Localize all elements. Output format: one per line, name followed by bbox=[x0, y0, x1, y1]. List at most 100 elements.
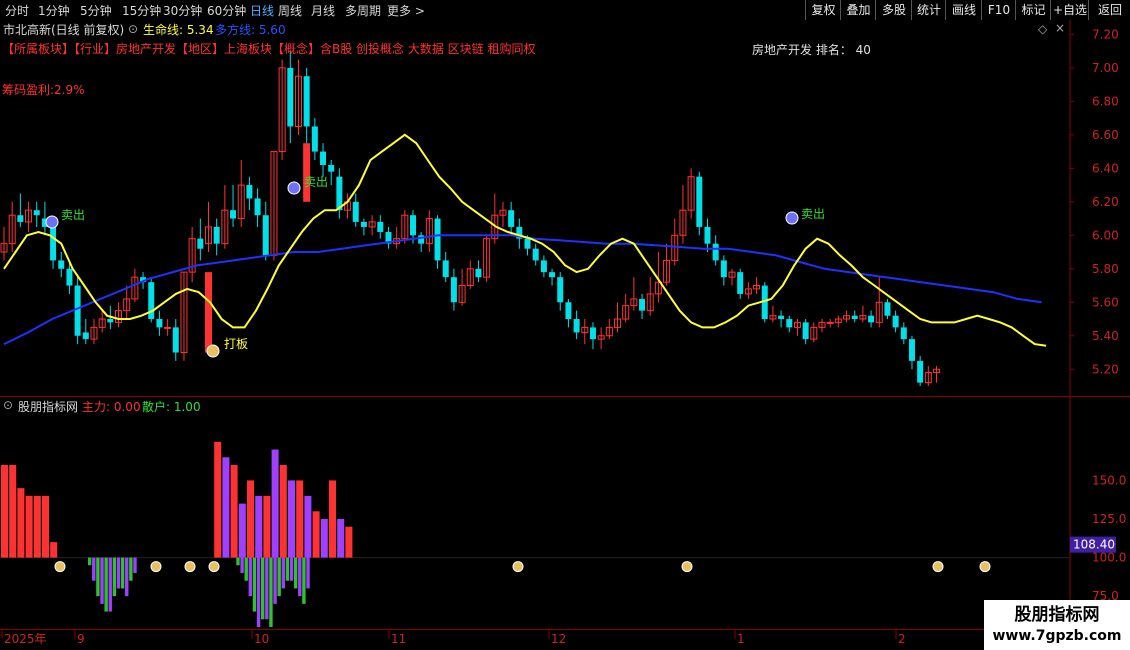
multiline-label: 多方线: 5.60 bbox=[215, 23, 286, 37]
main-force-bar bbox=[279, 465, 287, 558]
money-bag-icon bbox=[979, 561, 991, 573]
toolbar-button-5[interactable]: F10 bbox=[981, 0, 1016, 20]
diamond-icon[interactable]: ◇ bbox=[1038, 22, 1047, 36]
retail-bar bbox=[306, 557, 310, 589]
toolbar-button-3[interactable]: 统计 bbox=[911, 0, 946, 20]
timeframe-tab-10[interactable]: 更多 > bbox=[387, 2, 425, 19]
retail-label: 散户: 1.00 bbox=[142, 400, 201, 414]
date-label: 2 bbox=[898, 632, 906, 646]
retail-bar bbox=[265, 557, 269, 620]
candle-body bbox=[549, 272, 556, 278]
price-tick-label: 7.20 bbox=[1092, 27, 1119, 41]
main-force-bar bbox=[320, 519, 328, 558]
main-force-bar bbox=[222, 457, 230, 558]
timeframe-tab-5[interactable]: 60分钟 bbox=[207, 2, 246, 19]
money-bag-icon bbox=[150, 561, 162, 573]
candle-body bbox=[778, 315, 785, 320]
price-tick-label: 6.60 bbox=[1092, 128, 1119, 142]
retail-bar bbox=[277, 557, 281, 597]
toolbar: 分时 1分钟 5分钟 15分钟 30分钟 60分钟 日线 周线 月线 多周期 更多 > 复权 叠加 多股统… bbox=[0, 0, 1130, 21]
candle-body bbox=[900, 327, 907, 340]
price-tick-label: 6.20 bbox=[1092, 195, 1119, 209]
timeframe-tab-6[interactable]: 日线 bbox=[250, 2, 274, 19]
date-label: 10 bbox=[254, 632, 269, 646]
main-force-bar bbox=[50, 542, 58, 558]
main-force-bar bbox=[33, 495, 41, 558]
candle-body bbox=[410, 215, 416, 236]
toolbar-button-4[interactable]: 画线 bbox=[945, 0, 982, 20]
candle-body bbox=[66, 268, 73, 286]
main-force-bar bbox=[345, 526, 353, 558]
timeframe-tab-7[interactable]: 周线 bbox=[278, 2, 302, 19]
main-force-bar bbox=[312, 511, 320, 558]
money-bag-icon bbox=[184, 561, 196, 573]
candle-body bbox=[786, 319, 793, 328]
price-tick-label: 5.20 bbox=[1092, 362, 1119, 376]
price-tick-label: 6.80 bbox=[1092, 94, 1119, 108]
sell-label-3: 卖出 bbox=[801, 207, 826, 221]
candle-body bbox=[262, 215, 269, 256]
price-tick-label: 5.60 bbox=[1092, 295, 1119, 309]
retail-bar bbox=[261, 557, 265, 620]
settings-circle-icon[interactable]: ⊙ bbox=[128, 22, 138, 36]
main-force-bar bbox=[255, 495, 263, 558]
timeframe-tab-2[interactable]: 5分钟 bbox=[80, 2, 112, 19]
candle-body bbox=[851, 315, 858, 320]
timeframe-tab-0[interactable]: 分时 bbox=[5, 2, 29, 19]
timeframe-tab-8[interactable]: 月线 bbox=[311, 2, 335, 19]
retail-bar bbox=[133, 557, 137, 573]
toolbar-button-1[interactable]: 叠加 bbox=[840, 0, 876, 20]
candle-body bbox=[213, 226, 220, 244]
candle-body bbox=[352, 201, 359, 222]
sell-marker-icon bbox=[785, 211, 799, 225]
candle-body bbox=[802, 322, 809, 340]
watermark-url: www.7gpzb.com bbox=[992, 628, 1122, 644]
indicator-tick-label: 100.0 bbox=[1092, 551, 1126, 565]
candle-body bbox=[434, 218, 441, 261]
price-chart: 7.20 7.00 6.80 6.60 6.40 6.20 6.00 5.80 5.60 5.40… bbox=[0, 20, 1130, 397]
candle-body bbox=[917, 360, 924, 383]
sector-tags: 【所属板块】【行业】房地产开发【地区】上海板块【概念】含B股 创投概念 大数据 … bbox=[2, 42, 536, 56]
toolbar-button-2[interactable]: 多股 bbox=[875, 0, 912, 20]
timeframe-tab-9[interactable]: 多周期 bbox=[345, 2, 381, 19]
money-bag-icon bbox=[512, 561, 524, 573]
retail-bar bbox=[92, 557, 96, 581]
money-bag-icon bbox=[681, 561, 693, 573]
indicator-current-value: 108.40 bbox=[1073, 538, 1115, 552]
indicator-collapse-icon[interactable]: ⊙ bbox=[3, 398, 13, 412]
toolbar-button-8[interactable]: 返回 bbox=[1088, 0, 1130, 20]
retail-bar bbox=[244, 557, 248, 581]
candle-body bbox=[58, 260, 65, 269]
toolbar-button-0[interactable]: 复权 bbox=[805, 0, 841, 20]
candle-body bbox=[230, 210, 237, 219]
sector-ranking: 房地产开发 排名： 40 bbox=[752, 43, 871, 57]
candle-body bbox=[884, 302, 891, 316]
sell-marker-icon bbox=[287, 181, 301, 195]
timeframe-tab-1[interactable]: 1分钟 bbox=[38, 2, 70, 19]
candle-body bbox=[508, 210, 515, 227]
toolbar-button-7[interactable]: +自选 bbox=[1050, 0, 1089, 20]
retail-bar bbox=[302, 557, 306, 604]
candle-body bbox=[328, 164, 335, 172]
timeframe-tab-4[interactable]: 30分钟 bbox=[163, 2, 202, 19]
chip-profit-label: 筹码盈利:2.9% bbox=[2, 83, 85, 97]
date-label: 12 bbox=[551, 632, 566, 646]
stock-title: 市北高新(日线 前复权) bbox=[3, 23, 125, 37]
candle-body bbox=[573, 319, 580, 333]
money-bag-icon bbox=[208, 561, 220, 573]
retail-bar bbox=[252, 557, 257, 612]
candle-body bbox=[17, 215, 24, 222]
retail-bar bbox=[256, 557, 261, 627]
main-force-bar bbox=[214, 441, 222, 558]
candle-body bbox=[442, 260, 449, 278]
candle-body bbox=[712, 243, 719, 261]
date-label: 2025年 bbox=[4, 632, 47, 646]
timeframe-tab-3[interactable]: 15分钟 bbox=[122, 2, 161, 19]
close-icon[interactable]: × bbox=[1055, 21, 1065, 35]
toolbar-button-6[interactable]: 标记 bbox=[1015, 0, 1051, 20]
price-tick-label: 6.00 bbox=[1092, 228, 1119, 242]
indicator-tick-label: 150.0 bbox=[1092, 473, 1126, 487]
candle-body bbox=[639, 298, 646, 311]
candle-body bbox=[737, 272, 744, 294]
candle-body bbox=[320, 151, 327, 165]
